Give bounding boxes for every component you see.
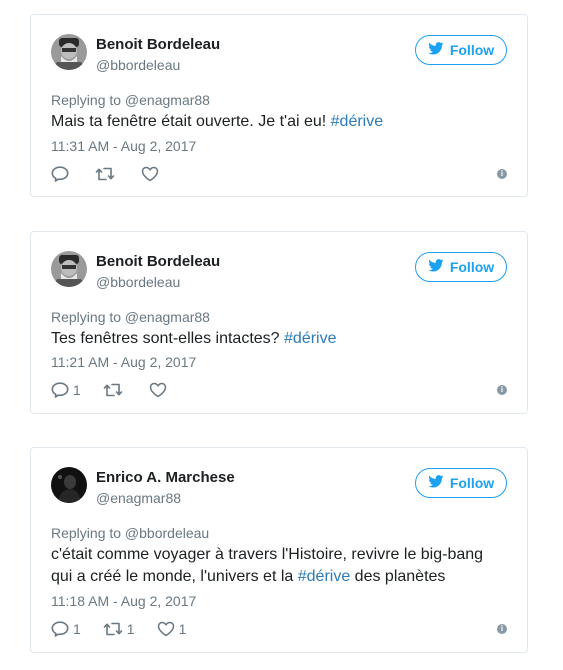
reply-button[interactable] (51, 166, 73, 182)
replying-to[interactable]: Replying to @enagmar88 (51, 91, 210, 109)
heart-icon (149, 382, 167, 398)
retweet-icon (103, 382, 123, 398)
tweet-text-tail: des planètes (350, 568, 446, 585)
tweet-card[interactable]: Benoit Bordeleau @bbordeleau Follow Repl… (30, 14, 528, 197)
timestamp[interactable]: 11:18 AM - Aug 2, 2017 (51, 592, 196, 610)
like-button[interactable] (141, 166, 163, 182)
tweet-text-body: Tes fenêtres sont-elles intactes? (51, 330, 285, 347)
author-handle[interactable]: @enagmar88 (96, 489, 181, 507)
reply-button[interactable]: 1 (51, 382, 81, 398)
retweet-count: 1 (126, 621, 135, 637)
timestamp[interactable]: 11:21 AM - Aug 2, 2017 (51, 353, 196, 371)
retweet-button[interactable] (103, 382, 127, 398)
heart-icon (157, 621, 175, 637)
tweet-text: Tes fenêtres sont-elles intactes? #dériv… (51, 328, 507, 350)
author-name[interactable]: Benoit Bordeleau (96, 36, 220, 54)
retweet-icon (95, 166, 115, 182)
twitter-bird-icon (428, 475, 444, 491)
tweet-card[interactable]: Enrico A. Marchese @enagmar88 Follow Rep… (30, 447, 528, 653)
avatar[interactable] (51, 251, 87, 287)
reply-icon (51, 621, 69, 637)
author-name[interactable]: Benoit Bordeleau (96, 253, 220, 271)
tweet-actions: 1 1 1 (51, 619, 507, 639)
author-name[interactable]: Enrico A. Marchese (96, 469, 235, 487)
tweet-card[interactable]: Benoit Bordeleau @bbordeleau Follow Repl… (30, 231, 528, 414)
reply-icon (51, 382, 69, 398)
reply-icon (51, 166, 69, 182)
follow-button[interactable]: Follow (415, 468, 507, 498)
info-icon[interactable]: i (497, 624, 507, 634)
twitter-bird-icon (428, 259, 444, 275)
info-icon[interactable]: i (497, 385, 507, 395)
avatar[interactable] (51, 34, 87, 70)
tweet-text: Mais ta fenêtre était ouverte. Je t'ai e… (51, 111, 507, 133)
hashtag-link[interactable]: #dérive (284, 330, 336, 347)
follow-button[interactable]: Follow (415, 35, 507, 65)
tweet-text: c'était comme voyager à travers l'Histoi… (51, 544, 507, 588)
hashtag-link[interactable]: #dérive (331, 113, 383, 130)
heart-icon (141, 166, 159, 182)
timestamp[interactable]: 11:31 AM - Aug 2, 2017 (51, 137, 196, 155)
avatar[interactable] (51, 467, 87, 503)
tweet-actions: 1 (51, 380, 507, 400)
follow-label: Follow (449, 475, 495, 491)
author-handle[interactable]: @bbordeleau (96, 56, 180, 74)
retweet-icon (103, 621, 123, 637)
retweet-button[interactable]: 1 (103, 621, 135, 637)
like-button[interactable]: 1 (157, 621, 187, 637)
like-button[interactable] (149, 382, 171, 398)
author-handle[interactable]: @bbordeleau (96, 273, 180, 291)
replying-to[interactable]: Replying to @bbordeleau (51, 524, 209, 542)
follow-button[interactable]: Follow (415, 252, 507, 282)
reply-button[interactable]: 1 (51, 621, 81, 637)
follow-label: Follow (449, 42, 495, 58)
hashtag-link[interactable]: #dérive (298, 568, 350, 585)
tweet-text-body: Mais ta fenêtre était ouverte. Je t'ai e… (51, 113, 331, 130)
info-icon[interactable]: i (497, 169, 507, 179)
follow-label: Follow (449, 259, 495, 275)
tweet-actions (51, 164, 507, 184)
reply-count: 1 (73, 621, 81, 637)
replying-to[interactable]: Replying to @enagmar88 (51, 308, 210, 326)
twitter-bird-icon (428, 42, 444, 58)
retweet-button[interactable] (95, 166, 119, 182)
reply-count: 1 (73, 382, 81, 398)
like-count: 1 (178, 621, 187, 637)
